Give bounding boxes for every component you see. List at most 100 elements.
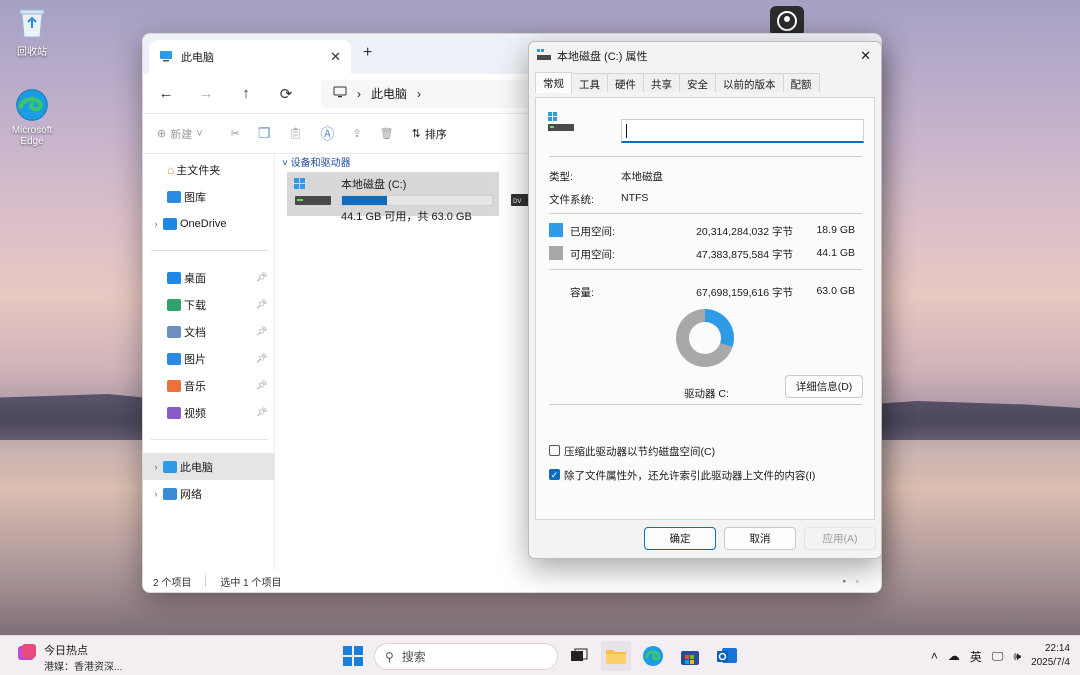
- file-explorer-taskbar-icon[interactable]: [601, 641, 631, 671]
- news-widget[interactable]: 今日热点 港媒：香港资深...: [16, 642, 122, 673]
- sidebar-item-gallery[interactable]: 图库: [143, 183, 274, 210]
- camera-app-icon[interactable]: [770, 6, 804, 36]
- downloads-folder-icon: [167, 298, 181, 311]
- sidebar-item-label: 下载: [184, 299, 206, 312]
- cut-icon[interactable]: ✂: [231, 127, 240, 140]
- clock[interactable]: 22:14 2025/7/4: [1031, 642, 1070, 670]
- dialog-tabs: 常规 工具 硬件 共享 安全 以前的版本 配额: [529, 72, 881, 93]
- sidebar-item-onedrive[interactable]: › OneDrive: [143, 210, 274, 237]
- explorer-tab[interactable]: 此电脑 ✕: [149, 40, 351, 74]
- taskbar-search[interactable]: ⚲ 搜索: [374, 643, 558, 670]
- pin-icon[interactable]: 📌︎: [256, 407, 270, 418]
- free-space-bytes: 47,383,875,584 字节: [696, 249, 793, 261]
- view-toggle-icons[interactable]: ▪▫: [843, 576, 869, 586]
- chevron-up-icon[interactable]: ˄: [931, 649, 938, 663]
- item-count: 2 个项目: [153, 577, 192, 589]
- sidebar-item-label: 音乐: [184, 380, 206, 393]
- tab-security[interactable]: 安全: [679, 73, 716, 92]
- sidebar-item-this-pc[interactable]: › 此电脑: [143, 453, 274, 480]
- gallery-icon: [167, 190, 181, 203]
- forward-icon[interactable]: →: [197, 85, 215, 102]
- pin-icon[interactable]: 📌︎: [256, 380, 270, 391]
- delete-icon[interactable]: 🗑︎: [380, 127, 394, 140]
- sidebar-item-label: 桌面: [184, 272, 206, 285]
- tab-tools[interactable]: 工具: [571, 73, 608, 92]
- compress-label[interactable]: 压缩此驱动器以节约磁盘空间(C): [564, 444, 715, 459]
- group-header[interactable]: ˅ 设备和驱动器: [282, 154, 351, 169]
- edge-shortcut[interactable]: Microsoft Edge: [2, 88, 62, 147]
- chevron-right-icon[interactable]: ›: [149, 462, 163, 472]
- sidebar-item-downloads[interactable]: 下载 📌︎: [143, 291, 274, 318]
- index-checkbox[interactable]: ✓: [549, 469, 560, 480]
- drive-name: 本地磁盘 (C:): [341, 179, 407, 191]
- chevron-right-icon[interactable]: ›: [417, 87, 421, 101]
- drive-usage-bar: [341, 195, 493, 206]
- sidebar-item-home[interactable]: ⌂ 主文件夹: [143, 156, 274, 183]
- pin-icon[interactable]: 📌︎: [256, 353, 270, 364]
- chevron-right-icon[interactable]: ›: [149, 219, 163, 229]
- ime-indicator[interactable]: 英: [970, 648, 982, 665]
- chevron-right-icon[interactable]: ›: [149, 489, 163, 499]
- tab-close-icon[interactable]: ✕: [330, 49, 341, 65]
- address-text: 此电脑: [371, 87, 408, 101]
- share-icon[interactable]: ⇪: [352, 127, 361, 140]
- paste-icon[interactable]: 📋︎: [288, 127, 302, 140]
- recycle-bin-icon: [15, 6, 49, 40]
- store-taskbar-icon[interactable]: [675, 641, 705, 671]
- tab-quota[interactable]: 配额: [782, 73, 820, 92]
- details-button[interactable]: 详细信息(D): [785, 375, 863, 398]
- free-space-gb: 44.1 GB: [816, 247, 855, 259]
- edge-taskbar-icon[interactable]: [638, 641, 668, 671]
- pin-icon[interactable]: 📌︎: [256, 326, 270, 337]
- tab-sharing[interactable]: 共享: [643, 73, 680, 92]
- tab-previous-versions[interactable]: 以前的版本: [715, 73, 784, 92]
- cancel-button[interactable]: 取消: [724, 527, 796, 550]
- capacity-label: 容量:: [570, 287, 594, 299]
- divider: [151, 250, 268, 251]
- chevron-down-icon: ˅: [282, 158, 291, 169]
- new-tab-button[interactable]: +: [363, 44, 372, 62]
- news-subtitle: 港媒：香港资深...: [44, 662, 123, 673]
- sidebar-item-network[interactable]: › 网络: [143, 480, 274, 507]
- recycle-bin-shortcut[interactable]: 回收站: [2, 6, 62, 58]
- sidebar-item-videos[interactable]: 视频 📌︎: [143, 399, 274, 426]
- sidebar-item-music[interactable]: 音乐 📌︎: [143, 372, 274, 399]
- drive-properties-dialog[interactable]: 本地磁盘 (C:) 属性 ✕ 常规 工具 硬件 共享 安全 以前的版本 配额 类…: [528, 41, 882, 559]
- index-label[interactable]: 除了文件属性外，还允许索引此驱动器上文件的内容(I): [564, 468, 815, 483]
- free-space-label: 可用空间:: [570, 249, 615, 261]
- outlook-taskbar-icon[interactable]: [712, 641, 742, 671]
- network-icon[interactable]: 🖵︎: [992, 649, 1004, 664]
- address-bar[interactable]: › 此电脑 ›: [321, 79, 541, 108]
- drive-item-c[interactable]: 本地磁盘 (C:) 44.1 GB 可用，共 63.0 GB: [287, 172, 499, 223]
- start-button[interactable]: [338, 641, 368, 671]
- copy-icon[interactable]: ❐: [258, 125, 271, 142]
- pin-icon[interactable]: 📌︎: [256, 272, 270, 283]
- volume-icon[interactable]: 🕪︎: [1014, 649, 1022, 664]
- task-view-icon[interactable]: [564, 641, 594, 671]
- back-icon[interactable]: ←: [157, 85, 175, 102]
- rename-icon[interactable]: Ⓐ: [320, 124, 334, 144]
- up-icon[interactable]: ↑: [237, 85, 255, 102]
- system-tray: ˄ ☁ 英 🖵︎ 🕪︎ 22:14 2025/7/4: [931, 642, 1070, 670]
- ok-button[interactable]: 确定: [644, 527, 716, 550]
- divider: [549, 213, 862, 214]
- tab-hardware[interactable]: 硬件: [607, 73, 644, 92]
- close-icon[interactable]: ✕: [860, 48, 871, 64]
- recycle-bin-label: 回收站: [17, 47, 47, 58]
- pin-icon[interactable]: 📌︎: [256, 299, 270, 310]
- plus-circle-icon: ⊕: [157, 128, 167, 140]
- general-tab-panel: 类型: 本地磁盘 文件系统: NTFS 已用空间: 20,314,284,032…: [535, 97, 875, 520]
- apply-button[interactable]: 应用(A): [804, 527, 876, 550]
- refresh-icon[interactable]: ⟳: [277, 85, 295, 103]
- new-button[interactable]: ⊕ 新建 ˅: [157, 126, 203, 142]
- sidebar-item-pictures[interactable]: 图片 📌︎: [143, 345, 274, 372]
- cloud-offline-icon[interactable]: ☁: [948, 649, 960, 663]
- tab-general[interactable]: 常规: [535, 72, 572, 93]
- compress-checkbox[interactable]: [549, 445, 560, 456]
- search-icon: ⚲: [385, 649, 394, 664]
- sidebar-item-desktop[interactable]: 桌面 📌︎: [143, 264, 274, 291]
- clock-time: 22:14: [1044, 643, 1070, 654]
- sort-button[interactable]: ⇅ 排序: [412, 126, 447, 142]
- volume-label-input[interactable]: [621, 119, 864, 143]
- sidebar-item-documents[interactable]: 文档 📌︎: [143, 318, 274, 345]
